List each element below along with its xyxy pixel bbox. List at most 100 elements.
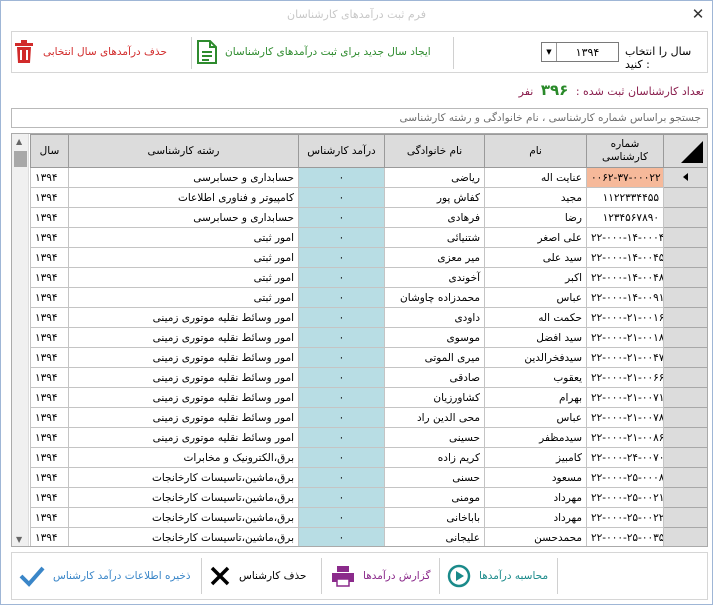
table-row[interactable]: ۱۳۹۴ حسابداری و حسابرسی ۰ ریاضی عنایت اله ۰۰۶… — [30, 167, 707, 188]
cell-year[interactable]: ۱۳۹۴ — [30, 367, 69, 388]
row-header[interactable] — [663, 467, 707, 488]
cell-year[interactable]: ۱۳۹۴ — [30, 487, 69, 508]
search-input[interactable]: جستجو براساس شماره کارشناسی ، نام خانواد… — [11, 108, 708, 128]
column-income[interactable]: درآمد کارشناس — [298, 134, 385, 168]
cell-income[interactable]: ۰ — [298, 527, 385, 546]
cell-field[interactable]: امور وسائط نقلیه موتوری زمینی — [68, 427, 299, 448]
cell-code[interactable]: ۲۲-۰۰۰-۲۴-۰۰۷۰ — [586, 447, 664, 468]
cell-family[interactable]: حسینی — [384, 427, 485, 448]
row-header[interactable] — [663, 367, 707, 388]
cell-income[interactable]: ۰ — [298, 187, 385, 208]
cell-field[interactable]: امور وسائط نقلیه موتوری زمینی — [68, 327, 299, 348]
scroll-thumb[interactable] — [14, 151, 27, 167]
cell-code[interactable]: ۲۲-۰۰۰-۲۱-۰۰۸۶ — [586, 427, 664, 448]
cell-family[interactable]: محی الدین راد — [384, 407, 485, 428]
cell-name[interactable]: مهرداد — [484, 487, 587, 508]
chevron-down-icon[interactable]: ▼ — [542, 43, 557, 61]
table-row[interactable]: ۱۳۹۴ کامپیوتر و فناوری اطلاعات ۰ کفاش پور مج… — [30, 187, 707, 208]
cell-code[interactable]: ۲۲-۰۰۰-۲۱-۰۰۱۸ — [586, 327, 664, 348]
cell-year[interactable]: ۱۳۹۴ — [30, 527, 69, 546]
cell-income[interactable]: ۰ — [298, 287, 385, 308]
cell-income[interactable]: ۰ — [298, 167, 385, 188]
cell-field[interactable]: امور وسائط نقلیه موتوری زمینی — [68, 347, 299, 368]
cell-year[interactable]: ۱۳۹۴ — [30, 507, 69, 528]
cell-code[interactable]: ۲۲-۰۰۰-۲۱-۰۰۷۱ — [586, 387, 664, 408]
cell-name[interactable]: اکبر — [484, 267, 587, 288]
row-header[interactable] — [663, 307, 707, 328]
cell-year[interactable]: ۱۳۹۴ — [30, 287, 69, 308]
cell-code[interactable]: ۲۲-۰۰۰-۲۵-۰۰۰۸ — [586, 467, 664, 488]
cell-name[interactable]: مهرداد — [484, 507, 587, 528]
close-icon[interactable]: ✕ — [689, 5, 707, 23]
cell-field[interactable]: برق،ماشین،تاسیسات کارخانجات — [68, 487, 299, 508]
row-header[interactable] — [663, 327, 707, 348]
row-header[interactable] — [663, 487, 707, 508]
save-income-button[interactable]: ذخیره اطلاعات درآمد کارشناس — [19, 558, 191, 594]
table-row[interactable]: ۱۳۹۴ امور وسائط نقلیه موتوری زمینی ۰ کشاورز… — [30, 387, 707, 408]
cell-code[interactable]: ۲۲-۰۰۰-۱۴-۰۰۹۱ — [586, 287, 664, 308]
table-row[interactable]: ۱۳۹۴ امور ثبتی ۰ محمدزاده چاوشان عباس ۲۲-۰۰۰-… — [30, 287, 707, 308]
cell-name[interactable]: عباس — [484, 407, 587, 428]
cell-family[interactable]: میری الموتی — [384, 347, 485, 368]
cell-income[interactable]: ۰ — [298, 327, 385, 348]
cell-year[interactable]: ۱۳۹۴ — [30, 467, 69, 488]
cell-field[interactable]: امور ثبتی — [68, 227, 299, 248]
cell-year[interactable]: ۱۳۹۴ — [30, 307, 69, 328]
cell-family[interactable]: کریم زاده — [384, 447, 485, 468]
cell-family[interactable]: علیجانی — [384, 527, 485, 546]
cell-name[interactable]: رضا — [484, 207, 587, 228]
cell-year[interactable]: ۱۳۹۴ — [30, 327, 69, 348]
cell-family[interactable]: میر معزی — [384, 247, 485, 268]
cell-code[interactable]: ۲۲-۰۰۰-۲۵-۰۰۲۲ — [586, 507, 664, 528]
scroll-up-icon[interactable]: ▲ — [16, 137, 22, 146]
cell-year[interactable]: ۱۳۹۴ — [30, 207, 69, 228]
cell-year[interactable]: ۱۳۹۴ — [30, 167, 69, 188]
vertical-scrollbar[interactable]: ▲ ▼ — [12, 134, 29, 546]
cell-field[interactable]: کامپیوتر و فناوری اطلاعات — [68, 187, 299, 208]
row-header[interactable] — [663, 527, 707, 546]
column-code[interactable]: شماره کارشناسی — [586, 134, 664, 168]
table-row[interactable]: ۱۳۹۴ برق،ماشین،تاسیسات کارخانجات ۰ باباخانی… — [30, 507, 707, 528]
scroll-down-icon[interactable]: ▼ — [16, 535, 22, 544]
year-select[interactable]: ▼ ۱۳۹۴ — [541, 42, 619, 62]
row-header[interactable] — [663, 407, 707, 428]
cell-name[interactable]: یعقوب — [484, 367, 587, 388]
cell-year[interactable]: ۱۳۹۴ — [30, 347, 69, 368]
cell-field[interactable]: امور ثبتی — [68, 267, 299, 288]
delete-expert-button[interactable]: حذف کارشناس — [209, 558, 306, 594]
cell-name[interactable]: عباس — [484, 287, 587, 308]
cell-income[interactable]: ۰ — [298, 227, 385, 248]
cell-code[interactable]: ۲۲-۰۰۰-۲۱-۰۰۶۶ — [586, 367, 664, 388]
cell-income[interactable]: ۰ — [298, 347, 385, 368]
cell-code[interactable]: ۲۲-۰۰۰-۲۵-۰۰۳۵ — [586, 527, 664, 546]
cell-year[interactable]: ۱۳۹۴ — [30, 267, 69, 288]
cell-field[interactable]: حسابداری و حسابرسی — [68, 207, 299, 228]
cell-year[interactable]: ۱۳۹۴ — [30, 247, 69, 268]
select-all-corner[interactable] — [663, 134, 707, 168]
row-header[interactable] — [663, 167, 707, 188]
cell-income[interactable]: ۰ — [298, 447, 385, 468]
cell-field[interactable]: امور ثبتی — [68, 247, 299, 268]
cell-field[interactable]: برق،ماشین،تاسیسات کارخانجات — [68, 527, 299, 546]
cell-income[interactable]: ۰ — [298, 307, 385, 328]
cell-year[interactable]: ۱۳۹۴ — [30, 227, 69, 248]
cell-field[interactable]: برق،ماشین،تاسیسات کارخانجات — [68, 467, 299, 488]
cell-field[interactable]: امور ثبتی — [68, 287, 299, 308]
cell-field[interactable]: برق،ماشین،تاسیسات کارخانجات — [68, 507, 299, 528]
cell-code[interactable]: ۲۲-۰۰۰-۲۱-۰۰۷۸ — [586, 407, 664, 428]
table-row[interactable]: ۱۳۹۴ امور ثبتی ۰ میر معزی سید علی ۲۲-۰۰۰-۱۴-۰… — [30, 247, 707, 268]
cell-code[interactable]: ۲۲-۰۰۰-۱۴-۰۰۰۴ — [586, 227, 664, 248]
row-header[interactable] — [663, 507, 707, 528]
cell-family[interactable]: کشاورزیان — [384, 387, 485, 408]
cell-family[interactable]: حسنی — [384, 467, 485, 488]
cell-name[interactable]: عنایت اله — [484, 167, 587, 188]
cell-name[interactable]: سید علی — [484, 247, 587, 268]
cell-family[interactable]: موسوی — [384, 327, 485, 348]
row-header[interactable] — [663, 427, 707, 448]
cell-year[interactable]: ۱۳۹۴ — [30, 447, 69, 468]
cell-family[interactable]: ریاضی — [384, 167, 485, 188]
cell-field[interactable]: برق،الکترونیک و مخابرات — [68, 447, 299, 468]
cell-family[interactable]: فرهادی — [384, 207, 485, 228]
cell-family[interactable]: مومنی — [384, 487, 485, 508]
cell-income[interactable]: ۰ — [298, 247, 385, 268]
